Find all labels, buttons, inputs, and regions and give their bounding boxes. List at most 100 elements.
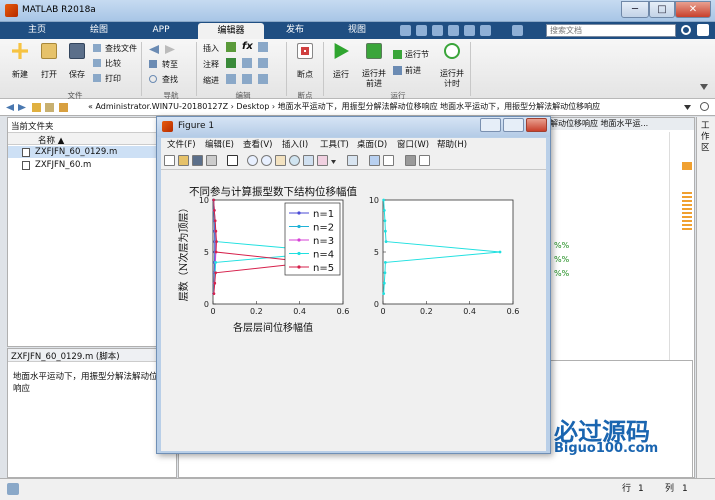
find-button[interactable]: 查找: [149, 74, 191, 86]
path-search-icon[interactable]: [700, 102, 709, 111]
insert-button[interactable]: 插入: [203, 43, 219, 54]
tab-view[interactable]: 视图: [328, 22, 386, 39]
warning-markers[interactable]: [682, 192, 692, 232]
workspace-label[interactable]: 工作区: [701, 121, 712, 154]
warning-marker[interactable]: [682, 162, 692, 170]
tab-plots[interactable]: 绘图: [70, 22, 128, 39]
run-and-advance-button[interactable]: 运行并 前进: [360, 43, 388, 89]
link-plot-icon[interactable]: [347, 155, 358, 166]
new-icon: [12, 43, 28, 59]
search-input[interactable]: 搜索文档: [546, 24, 676, 37]
breakpoints-button[interactable]: 断点: [291, 43, 319, 80]
comment-icon[interactable]: [226, 58, 236, 68]
x-tick-label: 0.6: [507, 307, 520, 316]
save-button[interactable]: 保存: [64, 43, 90, 80]
minimize-button[interactable]: ─: [621, 1, 649, 18]
path-dropdown-icon[interactable]: [684, 105, 691, 110]
name-column-header[interactable]: 名称 ▲: [38, 134, 64, 146]
indent-button[interactable]: 缩进: [203, 75, 219, 86]
notification-icon[interactable]: [697, 24, 709, 36]
menu-window[interactable]: 窗口(W): [397, 138, 429, 152]
cut-icon[interactable]: [416, 25, 427, 36]
save-figure-icon[interactable]: [192, 155, 203, 166]
edit-plot-icon[interactable]: [227, 155, 238, 166]
goto-button[interactable]: 转至: [149, 59, 191, 71]
tab-apps[interactable]: APP: [132, 22, 190, 39]
data-point: [498, 250, 502, 254]
zoom-in-icon[interactable]: [247, 155, 258, 166]
run-button[interactable]: 运行: [328, 43, 354, 80]
new-figure-icon[interactable]: [164, 155, 175, 166]
hide-tools-icon[interactable]: [405, 155, 416, 166]
menu-insert[interactable]: 插入(I): [282, 138, 308, 152]
comment-button[interactable]: 注释: [203, 59, 219, 70]
fx-icon[interactable]: fx: [242, 41, 253, 52]
brush-dropdown-icon[interactable]: [331, 160, 336, 164]
advance-icon: [393, 66, 402, 75]
brush-icon[interactable]: [317, 155, 328, 166]
editor-tab-strip[interactable]: 解动位移响应 地面水平运...: [546, 118, 694, 130]
advance-button[interactable]: 前进: [393, 65, 437, 77]
colorbar-icon[interactable]: [369, 155, 380, 166]
menu-tools[interactable]: 工具(T): [320, 138, 349, 152]
browse-folder-icon[interactable]: [45, 103, 54, 112]
compare-button[interactable]: 比较: [93, 58, 139, 70]
quick-save-icon[interactable]: [400, 25, 411, 36]
undo-icon[interactable]: [464, 25, 475, 36]
back-icon[interactable]: [6, 104, 14, 111]
new-button[interactable]: 新建: [7, 43, 33, 80]
print-figure-icon[interactable]: [206, 155, 217, 166]
open-button[interactable]: 打开: [36, 43, 62, 80]
forward-icon[interactable]: [18, 104, 26, 111]
close-button[interactable]: ✕: [675, 1, 711, 18]
menu-file[interactable]: 文件(F): [167, 138, 196, 152]
figure-toolbar: [161, 152, 546, 170]
zoom-out-icon[interactable]: [261, 155, 272, 166]
search-icon[interactable]: [681, 25, 691, 35]
app-title: MATLAB R2018a: [22, 5, 96, 15]
figure-close-button[interactable]: [526, 118, 547, 132]
insert-function-icon[interactable]: [258, 42, 268, 52]
show-tools-icon[interactable]: [419, 155, 430, 166]
insert-section-icon[interactable]: [226, 42, 236, 52]
figure-canvas[interactable]: 0 0.2 0.4 0.6 0 5 10 不同参与计算振型数下结构位移幅值 各层层间位移幅值 层数…: [161, 170, 546, 451]
decrease-indent-icon[interactable]: [258, 74, 268, 84]
wrap-comment-icon[interactable]: [258, 58, 268, 68]
open-file-icon[interactable]: [178, 155, 189, 166]
legend-icon[interactable]: [383, 155, 394, 166]
copy-icon[interactable]: [432, 25, 443, 36]
run-section-button[interactable]: 运行节: [393, 49, 437, 61]
file-list-header: 名称 ▲: [8, 132, 176, 146]
menu-view[interactable]: 查看(V): [243, 138, 272, 152]
file-row[interactable]: ZXFJFN_60_0129.m: [8, 146, 176, 158]
smart-indent-icon[interactable]: [226, 74, 236, 84]
menu-desktop[interactable]: 桌面(D): [357, 138, 387, 152]
back-arrow-icon[interactable]: [149, 45, 159, 54]
title-bar: MATLAB R2018a ─ □ ✕: [0, 0, 715, 22]
help-icon[interactable]: [512, 25, 523, 36]
tab-publish[interactable]: 发布: [266, 22, 324, 39]
tab-editor[interactable]: 编辑器: [198, 23, 264, 39]
rotate-3d-icon[interactable]: [289, 155, 300, 166]
print-button[interactable]: 打印: [93, 73, 139, 85]
maximize-button[interactable]: □: [649, 1, 675, 18]
figure-maximize-button[interactable]: [503, 118, 524, 132]
menu-help[interactable]: 帮助(H): [437, 138, 467, 152]
paste-icon[interactable]: [448, 25, 459, 36]
redo-icon[interactable]: [480, 25, 491, 36]
pan-icon[interactable]: [275, 155, 286, 166]
run-and-time-button[interactable]: 运行并 计时: [438, 43, 466, 89]
file-row[interactable]: ZXFJFN_60.m: [8, 159, 176, 171]
collapse-ribbon-icon[interactable]: [700, 84, 708, 90]
menu-edit[interactable]: 编辑(E): [205, 138, 234, 152]
y-tick-label: 10: [369, 196, 379, 205]
find-files-button[interactable]: 查找文件: [93, 43, 139, 55]
figure-minimize-button[interactable]: [480, 118, 501, 132]
forward-arrow-icon[interactable]: [165, 45, 175, 54]
up-folder-icon[interactable]: [32, 103, 41, 112]
tab-home[interactable]: 主页: [8, 22, 66, 39]
uncomment-icon[interactable]: [242, 58, 252, 68]
increase-indent-icon[interactable]: [242, 74, 252, 84]
current-path[interactable]: « Administrator.WIN7U-20180127Z › Deskto…: [88, 99, 678, 115]
data-cursor-icon[interactable]: [303, 155, 314, 166]
